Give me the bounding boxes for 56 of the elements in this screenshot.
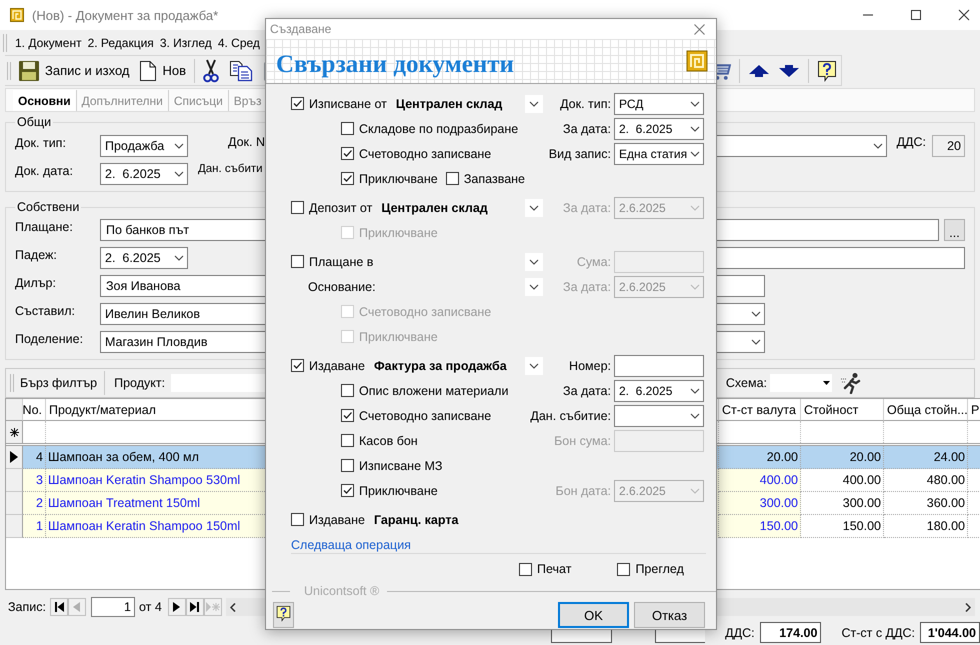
field-label: За дата: [563,122,611,136]
field-label: Док. тип: [560,96,611,110]
table-cell: 150.00 [719,515,801,538]
field-label: Плащане: [15,219,74,234]
field-label: Бон сума: [554,434,611,448]
field-label: Вид запис: [548,146,611,160]
field-label: ДДС: [896,135,926,149]
table-cell: 3 [23,469,46,492]
field-label: Продукт: [114,376,166,390]
field-label: Док. дата: [15,163,74,178]
field-label: Дилър: [15,275,57,290]
field-label: Номер: [569,358,611,372]
table-cell: 2 [23,492,46,515]
table-cell: 20.00 [719,446,801,469]
field-label: Док. тип: [15,135,67,150]
selected-document: Гаранц. карта [374,512,458,526]
table-cell: 400.00 [719,469,801,492]
field-label: Док. N [228,135,265,149]
field-label: Поделение: [15,331,84,346]
group-title: Общи [16,115,52,129]
table-cell: 300.00 [801,492,884,515]
field-label: За дата: [563,384,611,398]
window-title: (Нов) - Документ за продажба* [32,8,218,22]
selected-document: Централен склад [381,200,488,214]
selected-document: Фактура за продажба [374,358,507,372]
total-label: ДДС: [725,626,755,640]
table-cell: 150.00 [801,515,884,538]
field-label: Падеж: [15,247,58,262]
record-label: Запис: [8,600,46,614]
selected-document: Централен склад [396,96,502,110]
record-count: от 4 [138,600,162,614]
total-value: 174.00 [760,622,822,643]
field-label: За дата: [563,200,611,214]
table-cell: 360.00 [884,492,968,515]
total-value: 1'044.00 [920,622,980,643]
brand-label: Unicontsoft ® [304,584,380,598]
vat-field: 20 [932,135,965,157]
table-cell: 24.00 [884,446,968,469]
dialog-heading: Свързани документи [276,50,514,79]
field-label: Съставил: [15,303,76,318]
field-label: Дан. събити [198,163,263,175]
field-label: Дан. събитие: [530,408,611,422]
table-cell: 1 [23,515,46,538]
table-cell: 480.00 [884,469,968,492]
dialog-title: Създаване [270,22,332,36]
field-label: Схема: [726,376,767,390]
table-cell: 180.00 [884,515,968,538]
table-cell: 400.00 [801,469,884,492]
field-label: За дата: [563,280,611,294]
field-label: Сума: [576,254,611,268]
table-cell: 20.00 [801,446,884,469]
field-label: Основание: [308,280,376,294]
group-title: Собствени [16,200,80,214]
table-cell: 4 [23,446,46,469]
total-label: Ст-ст с ДДС: [841,626,915,640]
table-cell: 300.00 [719,492,801,515]
